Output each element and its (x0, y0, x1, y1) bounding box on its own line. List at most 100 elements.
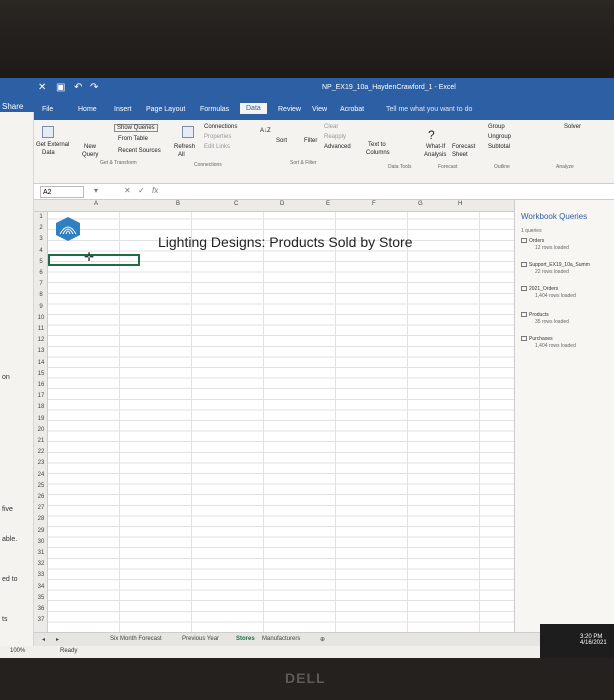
row-header[interactable]: 3 (34, 236, 48, 242)
row-header[interactable]: 14 (34, 360, 48, 366)
forecast-button[interactable]: Forecast (452, 144, 475, 150)
column-header[interactable]: F (372, 201, 376, 207)
row-header[interactable]: 13 (34, 348, 48, 354)
tab-view[interactable]: View (312, 106, 327, 113)
clear-button[interactable]: Clear (324, 124, 338, 130)
row-header[interactable]: 23 (34, 460, 48, 466)
row-header[interactable]: 18 (34, 404, 48, 410)
refresh-all-button[interactable]: Refresh (174, 144, 195, 150)
row-header[interactable]: 20 (34, 427, 48, 433)
sheet-tab[interactable]: Manufacturers (262, 636, 300, 642)
zoom-level[interactable]: 100% (10, 648, 25, 654)
undo-icon[interactable]: ↶ (74, 82, 82, 93)
row-header[interactable]: 19 (34, 416, 48, 422)
row-header[interactable]: 33 (34, 572, 48, 578)
cancel-icon[interactable]: ✕ (124, 186, 131, 195)
column-header[interactable]: B (176, 201, 180, 207)
row-header[interactable]: 5 (34, 259, 48, 265)
row-header[interactable]: 22 (34, 449, 48, 455)
what-if-button[interactable]: What-If (426, 144, 445, 150)
from-table-button[interactable]: From Table (118, 136, 148, 142)
tab-acrobat[interactable]: Acrobat (340, 106, 364, 113)
tab-formulas[interactable]: Formulas (200, 106, 229, 113)
sheet-tab[interactable]: Six Month Forecast (110, 636, 162, 642)
sort-button[interactable]: Sort (276, 138, 287, 144)
sort-az-icon[interactable]: A↓Z (260, 128, 271, 134)
row-header[interactable]: 15 (34, 371, 48, 377)
query-item[interactable]: Products 35 rows loaded (521, 312, 569, 325)
row-header[interactable]: 35 (34, 595, 48, 601)
column-header[interactable]: E (326, 201, 330, 207)
query-item[interactable]: Orders 12 rows loaded (521, 238, 569, 251)
row-header[interactable]: 6 (34, 270, 48, 276)
column-header[interactable]: C (234, 201, 238, 207)
row-header[interactable]: 30 (34, 539, 48, 545)
group-button[interactable]: Group (488, 124, 505, 130)
new-query-button[interactable]: New (84, 144, 96, 150)
row-header[interactable]: 29 (34, 528, 48, 534)
row-header[interactable]: 34 (34, 584, 48, 590)
save-icon[interactable]: ▣ (56, 82, 65, 93)
row-header[interactable]: 9 (34, 304, 48, 310)
tab-scroll-left-icon[interactable]: ◂ (42, 636, 45, 643)
close-icon[interactable]: ✕ (38, 82, 46, 93)
tab-page-layout[interactable]: Page Layout (146, 106, 185, 113)
query-item[interactable]: Support_EX19_10a_Summ 22 rows loaded (521, 262, 590, 275)
tab-scroll-right-icon[interactable]: ▸ (56, 636, 59, 643)
row-header[interactable]: 10 (34, 315, 48, 321)
reapply-button[interactable]: Reapply (324, 134, 346, 140)
subtotal-button[interactable]: Subtotal (488, 144, 510, 150)
recent-sources-button[interactable]: Recent Sources (118, 148, 161, 154)
tab-review[interactable]: Review (278, 106, 301, 113)
row-header[interactable]: 2 (34, 225, 48, 231)
row-header[interactable]: 31 (34, 550, 48, 556)
row-header[interactable]: 32 (34, 561, 48, 567)
redo-icon[interactable]: ↷ (90, 82, 98, 93)
advanced-button[interactable]: Advanced (324, 144, 351, 150)
dropdown-icon[interactable]: ▾ (94, 186, 98, 195)
edit-links-button[interactable]: Edit Links (204, 144, 230, 150)
row-header[interactable]: 11 (34, 326, 48, 332)
row-header[interactable]: 26 (34, 494, 48, 500)
column-header[interactable]: A (94, 201, 98, 207)
row-header[interactable]: 4 (34, 248, 48, 254)
add-sheet-icon[interactable]: ⊕ (320, 636, 325, 643)
sheet-tab[interactable]: Previous Year (182, 636, 219, 642)
row-header[interactable]: 36 (34, 606, 48, 612)
tab-data[interactable]: Data (240, 103, 267, 114)
row-header[interactable]: 25 (34, 483, 48, 489)
worksheet-grid[interactable] (48, 212, 514, 632)
connections-button[interactable]: Connections (204, 124, 237, 130)
enter-icon[interactable]: ✓ (138, 186, 145, 195)
fx-icon[interactable]: fx (152, 186, 158, 195)
row-header[interactable]: 24 (34, 472, 48, 478)
column-header[interactable]: H (458, 201, 462, 207)
properties-button[interactable]: Properties (204, 134, 231, 140)
name-box[interactable]: A2 (40, 186, 84, 198)
query-item[interactable]: Purchases 1,404 rows loaded (521, 336, 576, 349)
row-header[interactable]: 12 (34, 337, 48, 343)
row-header[interactable]: 28 (34, 516, 48, 522)
row-header[interactable]: 27 (34, 505, 48, 511)
tell-me-box[interactable]: Tell me what you want to do (386, 106, 472, 113)
row-header[interactable]: 1 (34, 214, 48, 220)
show-queries-button[interactable]: Show Queries (114, 124, 158, 132)
sheet-tab-active[interactable]: Stores (236, 636, 255, 642)
row-header[interactable]: 8 (34, 292, 48, 298)
tab-file[interactable]: File (42, 106, 53, 113)
get-external-button[interactable]: Get External (36, 142, 69, 148)
column-header[interactable]: D (280, 201, 284, 207)
tab-home[interactable]: Home (78, 106, 97, 113)
row-header[interactable]: 21 (34, 438, 48, 444)
query-item[interactable]: 2021_Orders 1,404 rows loaded (521, 286, 576, 299)
filter-button[interactable]: Filter (304, 138, 317, 144)
text-to-columns-button[interactable]: Text to (368, 142, 386, 148)
row-header[interactable]: 16 (34, 382, 48, 388)
row-header[interactable]: 17 (34, 393, 48, 399)
ungroup-button[interactable]: Ungroup (488, 134, 511, 140)
solver-button[interactable]: Solver (564, 124, 581, 130)
column-header[interactable]: G (418, 201, 423, 207)
tab-insert[interactable]: Insert (114, 106, 132, 113)
share-button[interactable]: Share (0, 78, 34, 112)
row-header[interactable]: 7 (34, 281, 48, 287)
